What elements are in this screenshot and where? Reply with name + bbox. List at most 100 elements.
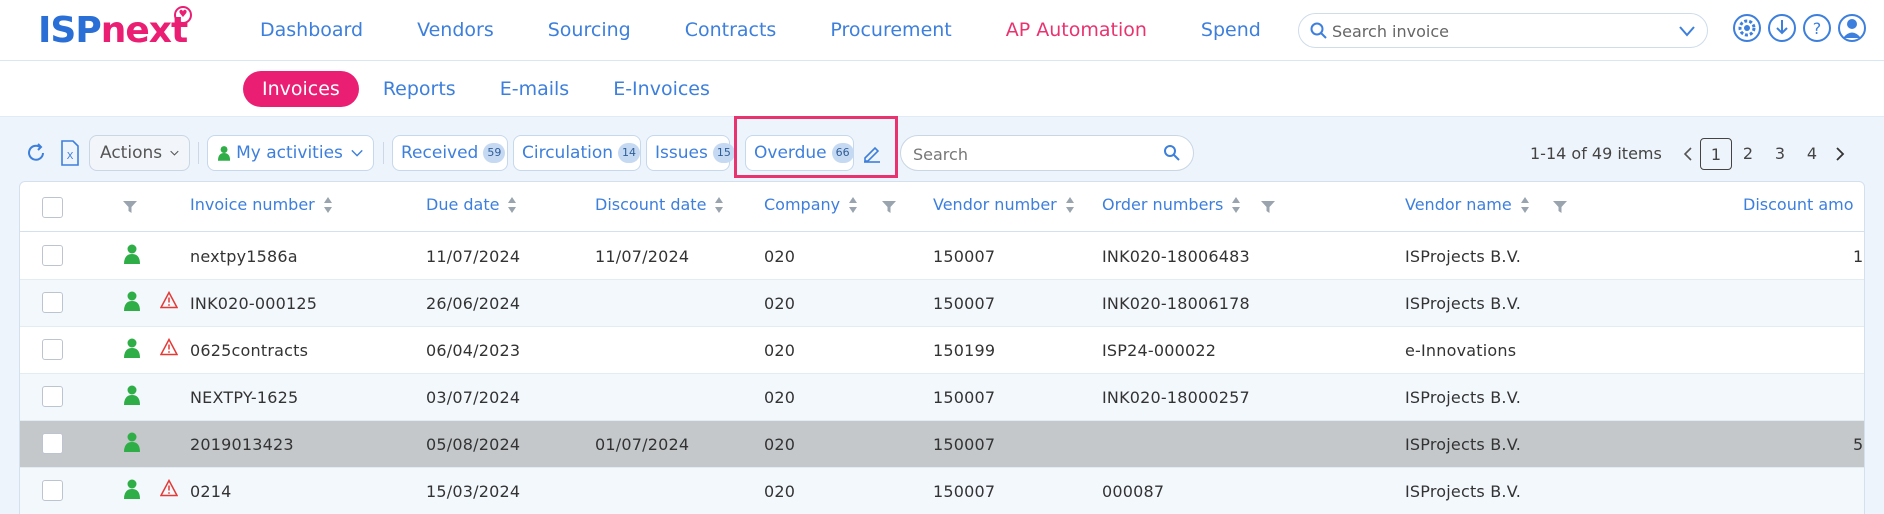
row-checkbox[interactable] (42, 386, 63, 407)
filter-issues[interactable]: Issues 15 (646, 135, 735, 171)
tab-e-invoices[interactable]: E-Invoices (613, 71, 710, 107)
filter-icon[interactable] (1260, 199, 1276, 215)
select-all-checkbox[interactable] (42, 197, 63, 218)
chevron-down-icon[interactable] (1677, 22, 1697, 40)
cell-invoice-number[interactable]: 0625contracts (190, 341, 308, 360)
col-order-numbers[interactable]: Order numbers (1102, 195, 1241, 214)
grid-header: Invoice number Due date Discount date Co… (20, 182, 1864, 232)
refresh-icon[interactable] (25, 142, 47, 164)
row-checkbox[interactable] (42, 292, 63, 313)
search-icon[interactable] (1163, 144, 1181, 162)
help-icon[interactable]: ? (1802, 13, 1832, 43)
col-company-label: Company (764, 195, 841, 214)
person-icon (218, 146, 231, 161)
pager-page-3[interactable]: 3 (1764, 138, 1796, 170)
tab-e-mails[interactable]: E-mails (500, 71, 569, 107)
warning-icon (160, 291, 178, 309)
col-discount-date[interactable]: Discount date (595, 195, 724, 214)
pager-page-2[interactable]: 2 (1732, 138, 1764, 170)
cell-invoice-number[interactable]: 2019013423 (190, 435, 294, 454)
row-checkbox[interactable] (42, 339, 63, 360)
col-vendor-number-label: Vendor number (933, 195, 1057, 214)
nav-sourcing[interactable]: Sourcing (548, 19, 631, 41)
cell-discount-amount: 1 (1853, 247, 1864, 266)
cell-due-date: 11/07/2024 (426, 247, 521, 266)
tab-reports[interactable]: Reports (383, 71, 456, 107)
table-row[interactable]: 0625contracts 06/04/2023 020 150199 ISP2… (20, 327, 1864, 374)
table-row[interactable]: INK020-000125 26/06/2024 020 150007 INK0… (20, 280, 1864, 327)
download-icon[interactable] (1767, 13, 1797, 43)
gear-icon[interactable] (1732, 13, 1762, 43)
col-invoice-number[interactable]: Invoice number (190, 195, 333, 214)
cell-invoice-number[interactable]: 0214 (190, 482, 232, 501)
row-checkbox[interactable] (42, 245, 63, 266)
sort-icon (715, 196, 724, 213)
nav-vendors[interactable]: Vendors (417, 19, 494, 41)
grid-search-input[interactable] (913, 142, 1153, 166)
cell-vendor-number: 150007 (933, 247, 996, 266)
cell-invoice-number[interactable]: NEXTPY-1625 (190, 388, 298, 407)
cell-order-numbers: INK020-18006483 (1102, 247, 1250, 266)
cell-vendor-number: 150007 (933, 482, 996, 501)
col-vendor-number[interactable]: Vendor number (933, 195, 1075, 214)
invoice-search-input[interactable] (1332, 19, 1652, 43)
row-checkbox[interactable] (42, 433, 63, 454)
pager-next-button[interactable] (1828, 138, 1852, 170)
cell-due-date: 06/04/2023 (426, 341, 521, 360)
cell-vendor-name: ISProjects B.V. (1405, 482, 1522, 501)
actions-dropdown[interactable]: Actions (89, 135, 190, 171)
person-icon (124, 479, 140, 499)
col-discount-amount[interactable]: Discount amo (1743, 195, 1854, 214)
table-row[interactable]: 0214 15/03/2024 020 150007 000087 ISProj… (20, 468, 1864, 514)
chevron-down-icon (170, 150, 179, 156)
table-row[interactable]: nextpy1586a 11/07/2024 11/07/2024 020 15… (20, 233, 1864, 280)
pager-prev-button[interactable] (1676, 138, 1700, 170)
table-row[interactable]: NEXTPY-1625 03/07/2024 020 150007 INK020… (20, 374, 1864, 421)
nav-procurement[interactable]: Procurement (830, 19, 951, 41)
ispnext-logo[interactable]: ISPnext (38, 10, 188, 52)
nav-dashboard[interactable]: Dashboard (260, 19, 363, 41)
main-nav: Dashboard Vendors Sourcing Contracts Pro… (260, 0, 1315, 60)
cell-discount-date: 11/07/2024 (595, 247, 690, 266)
warning-icon (160, 338, 178, 356)
search-icon (1310, 22, 1327, 39)
grid-search-box (900, 135, 1194, 171)
filter-received[interactable]: Received 59 (392, 135, 508, 171)
svg-text:X: X (67, 151, 74, 162)
actions-label: Actions (100, 143, 163, 163)
cell-discount-amount: 5 (1853, 435, 1864, 454)
col-due-date[interactable]: Due date (426, 195, 517, 214)
row-checkbox[interactable] (42, 480, 63, 501)
nav-contracts[interactable]: Contracts (685, 19, 777, 41)
cell-invoice-number[interactable]: nextpy1586a (190, 247, 298, 266)
cell-due-date: 03/07/2024 (426, 388, 521, 407)
pager-page-1[interactable]: 1 (1700, 138, 1732, 170)
overdue-highlight-frame (734, 116, 898, 178)
tab-invoices[interactable]: Invoices (243, 71, 359, 107)
cell-company: 020 (764, 294, 796, 313)
cell-company: 020 (764, 247, 796, 266)
nav-spend[interactable]: Spend (1201, 19, 1261, 41)
cell-vendor-name: ISProjects B.V. (1405, 388, 1522, 407)
filter-issues-count: 15 (712, 143, 735, 163)
col-vendor-name[interactable]: Vendor name (1405, 195, 1530, 214)
cell-company: 020 (764, 388, 796, 407)
filter-icon[interactable] (122, 199, 138, 215)
svg-text:?: ? (1813, 19, 1822, 38)
nav-ap-automation[interactable]: AP Automation (1006, 19, 1147, 41)
col-company[interactable]: Company (764, 195, 858, 214)
person-icon (124, 244, 140, 264)
table-row[interactable]: 2019013423 05/08/2024 01/07/2024 020 150… (20, 421, 1864, 468)
filter-icon[interactable] (1552, 199, 1568, 215)
user-icon[interactable] (1837, 13, 1867, 43)
cell-invoice-number[interactable]: INK020-000125 (190, 294, 317, 313)
my-activities-dropdown[interactable]: My activities (207, 135, 374, 171)
pager-page-4[interactable]: 4 (1796, 138, 1828, 170)
filter-circulation-label: Circulation (522, 143, 614, 163)
filter-icon[interactable] (881, 199, 897, 215)
excel-export-icon[interactable]: X (60, 140, 80, 166)
pager: 1 2 3 4 (1676, 138, 1852, 170)
filter-circulation[interactable]: Circulation 14 (513, 135, 641, 171)
person-icon (124, 385, 140, 405)
cell-vendor-name: ISProjects B.V. (1405, 294, 1522, 313)
